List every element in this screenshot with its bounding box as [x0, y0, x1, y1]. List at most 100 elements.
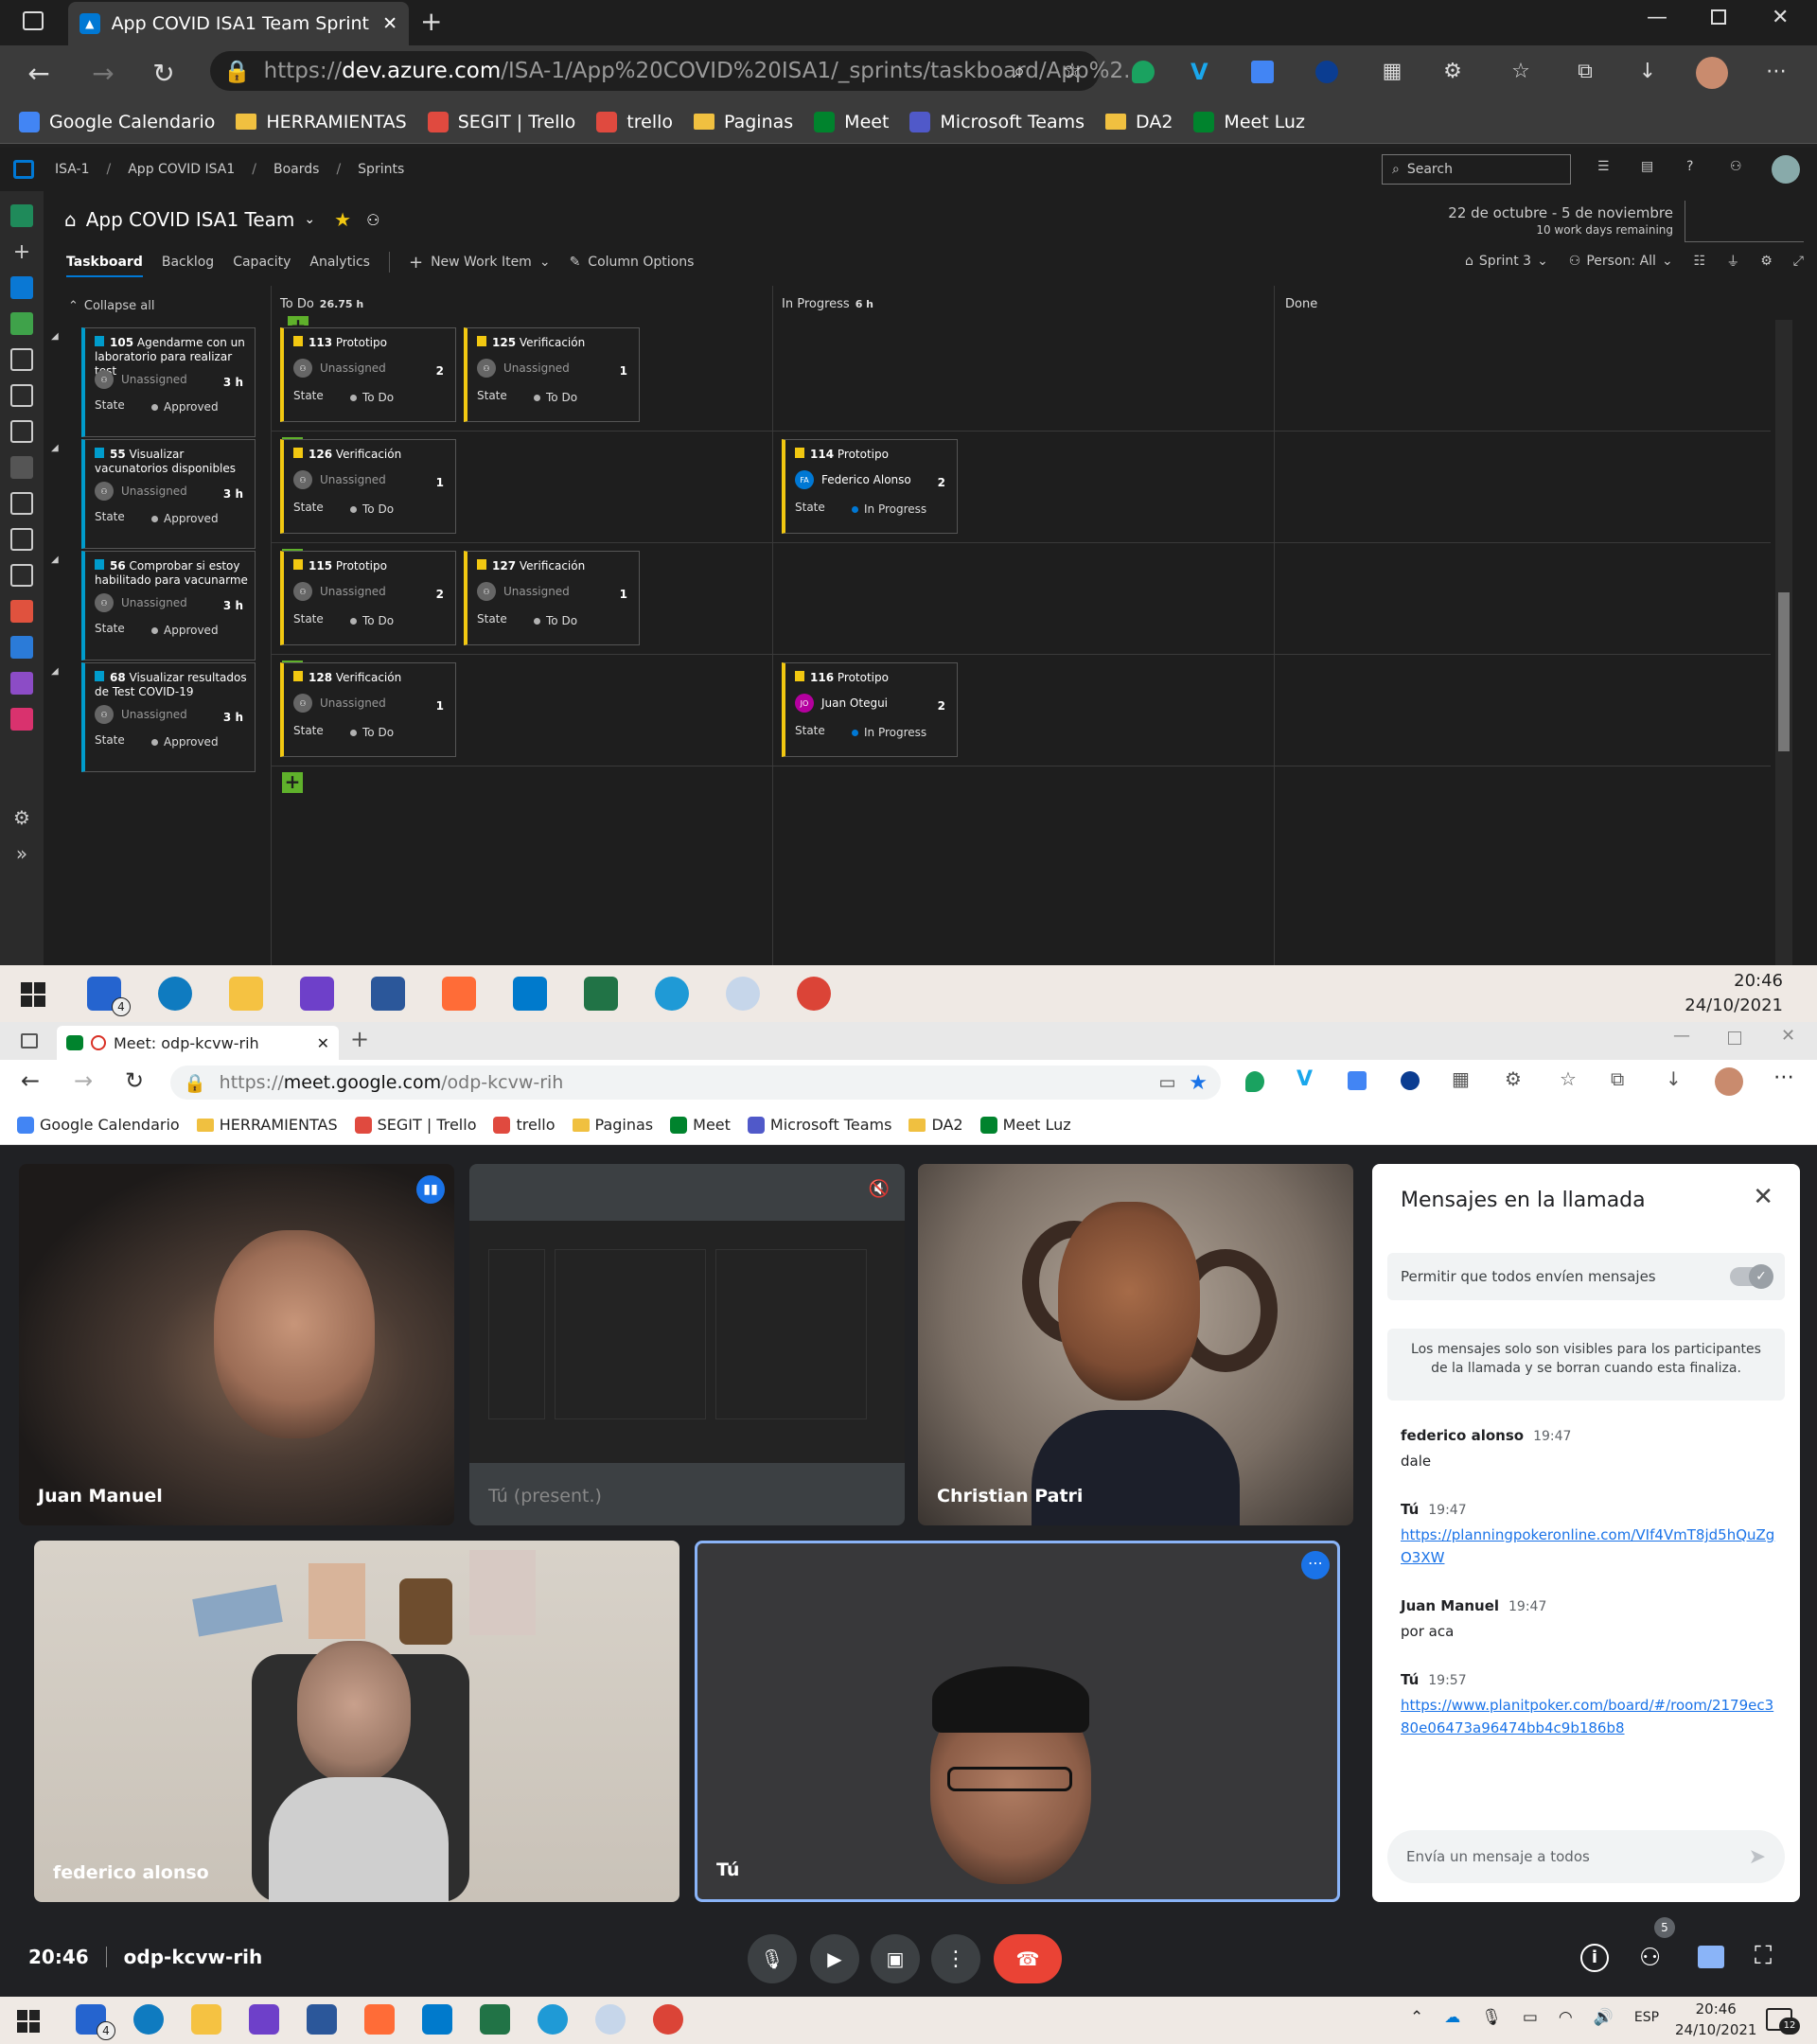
present-button[interactable]: ▣: [871, 1934, 920, 1983]
microphone-tray-icon[interactable]: 🎙: [1481, 2008, 1502, 2027]
collections-icon[interactable]: ⧉: [1611, 1067, 1624, 1090]
participant-tile[interactable]: ▮▮ Juan Manuel: [19, 1164, 454, 1525]
row-collapse-icon[interactable]: ◢: [51, 555, 59, 565]
fullscreen-icon[interactable]: ⤢: [1793, 254, 1804, 269]
message-link[interactable]: https://www.planitpoker.com/board/#/room…: [1401, 1694, 1779, 1739]
new-tab-icon[interactable]: +: [350, 1026, 369, 1052]
forward-icon[interactable]: →: [89, 58, 117, 89]
todo-app-icon[interactable]: 4: [87, 977, 131, 1016]
wifi-icon[interactable]: ◠: [1559, 2008, 1573, 2027]
favorites-icon[interactable]: ☆: [1507, 57, 1535, 85]
send-icon[interactable]: ➤: [1749, 1845, 1766, 1869]
close-window-icon[interactable]: ✕: [1781, 1026, 1795, 1046]
extensions-icon[interactable]: ⚙: [1505, 1067, 1522, 1090]
bookmark-trello[interactable]: trello: [493, 1116, 556, 1134]
card-assignee[interactable]: JO Juan Otegui: [795, 694, 888, 713]
favorite-star-icon[interactable]: ★: [1189, 1071, 1208, 1095]
team-members-icon[interactable]: ⚇: [366, 211, 379, 229]
bookmark-meet[interactable]: Meet: [670, 1116, 731, 1134]
close-tab-icon[interactable]: ✕: [382, 13, 397, 34]
breadcrumb-org[interactable]: ISA-1: [55, 162, 90, 177]
chrome-icon[interactable]: [797, 977, 831, 1011]
tab-taskboard[interactable]: Taskboard: [66, 255, 143, 277]
task-card[interactable]: 114 Prototipo FA Federico Alonso 2 State In P…: [782, 439, 958, 534]
help-icon[interactable]: ?: [1686, 159, 1693, 174]
state-value[interactable]: In Progress: [852, 502, 926, 516]
bookmark-paginas[interactable]: Paginas: [572, 1116, 653, 1134]
participant-tile[interactable]: Christian Patri: [918, 1164, 1353, 1525]
queries-icon[interactable]: [10, 492, 33, 515]
url-field[interactable]: 🔒 https://dev.azure.com/ISA-1/App%20COVI…: [210, 51, 1144, 91]
card-assignee[interactable]: ⚇ Unassigned: [95, 482, 187, 501]
camera-in-use-icon[interactable]: ▭: [1158, 1072, 1175, 1093]
card-assignee[interactable]: ⚇ Unassigned: [477, 582, 570, 601]
card-assignee[interactable]: ⚇ Unassigned: [477, 359, 570, 378]
new-tab-icon[interactable]: +: [420, 6, 442, 37]
azure-devops-logo-icon[interactable]: [13, 160, 34, 179]
state-value[interactable]: Approved: [151, 512, 219, 525]
collections-icon[interactable]: ⧉: [1571, 57, 1599, 85]
volume-icon[interactable]: 🔊: [1594, 2008, 1614, 2027]
extension-v-icon[interactable]: V: [1191, 59, 1208, 85]
maximize-icon[interactable]: [1711, 9, 1726, 25]
chat-input[interactable]: Envía un mensaje a todos ➤: [1387, 1830, 1785, 1883]
extension-blue-icon[interactable]: [1401, 1071, 1420, 1090]
breadcrumb-project[interactable]: App COVID ISA1: [128, 162, 235, 177]
breadcrumb-boards[interactable]: Boards: [273, 162, 319, 177]
person-filter[interactable]: ⚇ Person: All ⌄: [1569, 254, 1673, 269]
cortana-icon[interactable]: [595, 2004, 626, 2035]
edge-icon[interactable]: [158, 977, 192, 1011]
state-value[interactable]: To Do: [534, 391, 577, 404]
show-hidden-icons[interactable]: ⌃: [1410, 2008, 1423, 2027]
extension-shield-icon[interactable]: [1245, 1071, 1264, 1092]
minimize-icon[interactable]: —: [1673, 1026, 1690, 1046]
extension-blue-icon[interactable]: [1315, 61, 1338, 83]
back-icon[interactable]: ←: [21, 1067, 40, 1094]
self-view-tile[interactable]: ⋯ Tú: [695, 1541, 1340, 1902]
close-chat-icon[interactable]: ✕: [1753, 1183, 1773, 1211]
refresh-icon[interactable]: ↻: [125, 1067, 144, 1094]
expand-rail-icon[interactable]: »: [10, 842, 33, 865]
bookmark-da2[interactable]: DA2: [908, 1116, 963, 1134]
state-value[interactable]: To Do: [534, 614, 577, 627]
todo-app-icon[interactable]: 4: [76, 2004, 115, 2040]
meeting-details-icon[interactable]: i: [1580, 1944, 1609, 1972]
participant-tile[interactable]: federico alonso: [34, 1541, 679, 1902]
profile-avatar[interactable]: [1696, 57, 1728, 89]
row-collapse-icon[interactable]: ◢: [51, 443, 59, 453]
task-card[interactable]: 126 Verificación ⚇ Unassigned 1 State To Do: [280, 439, 456, 534]
board-icon[interactable]: [10, 384, 33, 407]
new-work-item-button[interactable]: + New Work Item ⌄: [409, 253, 551, 280]
bookmark-herramientas[interactable]: HERRAMIENTAS: [196, 1116, 338, 1134]
chat-icon[interactable]: [1698, 1946, 1724, 1968]
project-ai-icon[interactable]: [10, 204, 33, 227]
card-assignee[interactable]: ⚇ Unassigned: [95, 705, 187, 724]
edge-icon[interactable]: [133, 2004, 164, 2035]
collapse-all-button[interactable]: ⌃ Collapse all: [68, 299, 154, 313]
bookmark-herramientas[interactable]: HERRAMIENTAS: [236, 112, 407, 132]
pipelines-icon[interactable]: [10, 636, 33, 659]
user-story-card[interactable]: 105 Agendarme con un laboratorio para re…: [81, 327, 256, 437]
leave-call-button[interactable]: ☎: [994, 1934, 1062, 1983]
test-plans-icon[interactable]: [10, 672, 33, 695]
file-explorer-icon[interactable]: [229, 977, 263, 1011]
favorites-icon[interactable]: ☆: [1560, 1067, 1577, 1090]
activities-icon[interactable]: ⛶: [1755, 1942, 1772, 1971]
allow-messages-toggle[interactable]: ✓: [1730, 1264, 1773, 1289]
artifacts-icon[interactable]: [10, 708, 33, 731]
bookmark-da2[interactable]: DA2: [1105, 112, 1173, 132]
vscode-icon[interactable]: [513, 977, 547, 1011]
tab-backlog[interactable]: Backlog: [162, 255, 214, 277]
microphone-button[interactable]: 🎙: [748, 1934, 797, 1983]
browser-tab-meet[interactable]: Meet: odp-kcvw-rih ✕: [57, 1026, 339, 1060]
sprints-icon[interactable]: [10, 456, 33, 479]
settings-list-icon[interactable]: ☰: [1597, 159, 1610, 174]
ado-avatar[interactable]: [1772, 155, 1800, 184]
state-value[interactable]: Approved: [151, 400, 219, 414]
row-collapse-icon[interactable]: ◢: [51, 666, 59, 677]
task-card[interactable]: 125 Verificación ⚇ Unassigned 1 State To Do: [464, 327, 640, 422]
sprint-picker[interactable]: ⌂ Sprint 3 ⌄: [1465, 254, 1548, 269]
postman-icon[interactable]: [442, 977, 476, 1011]
browser-tab-ado[interactable]: ▲ App COVID ISA1 Team Sprint 3 T ✕: [68, 2, 409, 45]
extension-v-icon[interactable]: V: [1297, 1067, 1313, 1091]
